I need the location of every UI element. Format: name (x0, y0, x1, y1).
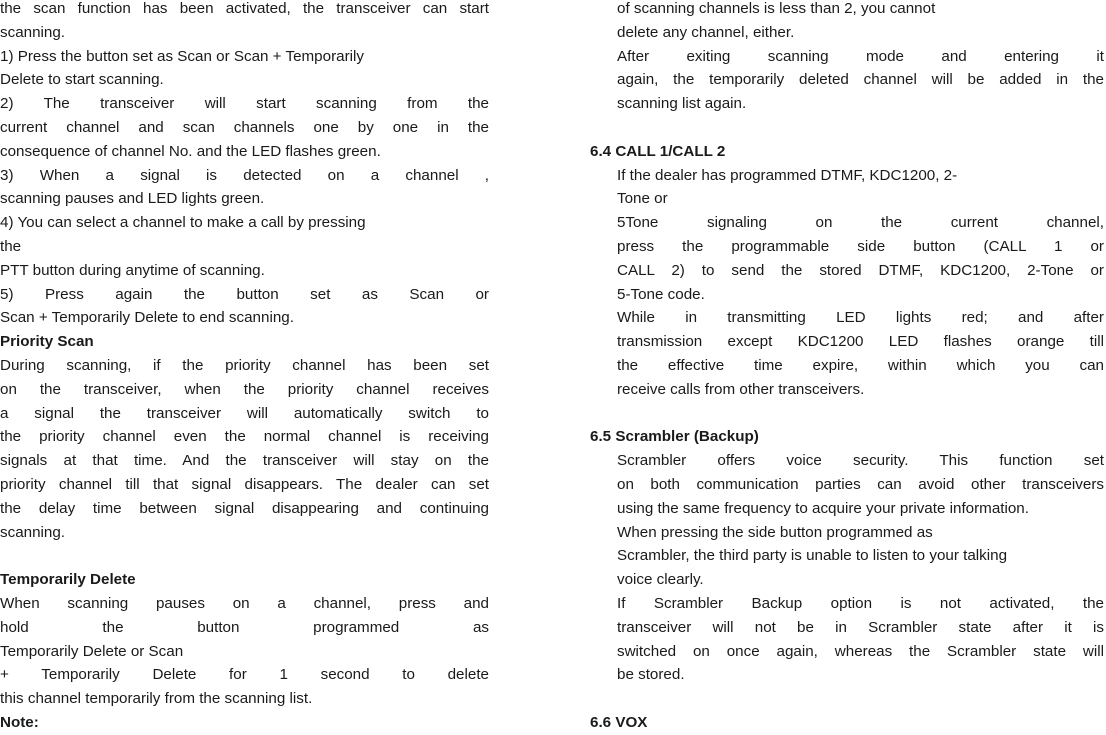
text-line: 2) The transceiver will start scanning f… (0, 95, 489, 113)
text-line: the effective time expire, within which … (617, 356, 1104, 374)
text-line (590, 402, 1104, 426)
text-line: Scan + Temporarily Delete to end scannin… (0, 309, 294, 327)
text-line: PTT button during anytime of scanning. (0, 261, 265, 279)
text-line: When scanning pauses on a channel, press… (0, 594, 489, 612)
text-line: receive calls from other transceivers. (617, 380, 865, 398)
text-line: the delay time between signal disappeari… (0, 499, 489, 517)
text-line: scanning. (0, 523, 66, 541)
section-heading: 6.4 CALL 1/CALL 2 (590, 142, 726, 160)
text-line: 1) Press the button set as Scan or Scan … (0, 47, 364, 65)
text-line: signals at that time. And the transceive… (0, 452, 489, 470)
text-line: CALL 2) to send the stored DTMF, KDC1200… (617, 261, 1104, 279)
text-line: Delete to start scanning. (0, 71, 164, 89)
text-line: delete any channel, either. (617, 23, 795, 41)
text-line: 3) When a signal is detected on a channe… (0, 166, 489, 184)
text-line: the priority channel even the normal cha… (0, 428, 489, 446)
text-line: the scan function has been activated, th… (0, 0, 489, 17)
left-column: the scan function has been activated, th… (0, 0, 489, 735)
text-line: priority channel till that signal disapp… (0, 475, 489, 493)
text-line: transmission except KDC1200 LED flashes … (617, 333, 1104, 351)
text-line: 4) You can select a channel to make a ca… (0, 214, 366, 232)
text-line: While in transmitting LED lights red; an… (617, 309, 1104, 327)
section-heading: Priority Scan (0, 333, 94, 351)
text-line: a signal the transceiver will automatica… (0, 404, 489, 422)
text-line: again, the temporarily deleted channel w… (617, 71, 1104, 89)
text-line: 5-Tone code. (617, 285, 705, 303)
text-line: current channel and scan channels one by… (0, 118, 489, 136)
section-heading: Note: (0, 713, 39, 731)
text-line: Scrambler, the third party is unable to … (617, 547, 1008, 565)
text-line: Temporarily Delete or Scan (0, 642, 184, 660)
right-column: of scanning channels is less than 2, you… (590, 0, 1104, 735)
text-line (0, 544, 489, 568)
text-line: When pressing the side button programmed… (617, 523, 933, 541)
section-heading: 6.5 Scrambler (Backup) (590, 428, 759, 446)
text-line: this channel temporarily from the scanni… (0, 690, 313, 708)
text-line: on the transceiver, when the priority ch… (0, 380, 489, 398)
text-line: 5Tone signaling on the current channel, (617, 214, 1104, 232)
text-line: hold the button programmed as (0, 618, 489, 636)
section-heading: Temporarily Delete (0, 571, 136, 589)
text-line: scanning. (0, 23, 66, 41)
text-line: + Temporarily Delete for 1 second to del… (0, 666, 489, 684)
text-line: the (0, 237, 22, 255)
text-line: on both communication parties can avoid … (617, 475, 1104, 493)
text-line (590, 116, 1104, 140)
text-line: be stored. (617, 666, 685, 684)
text-line: voice clearly. (617, 571, 704, 589)
text-line: scanning pauses and LED lights green. (0, 190, 265, 208)
text-line: If Scrambler Backup option is not activa… (617, 594, 1104, 612)
text-line: transceiver will not be in Scrambler sta… (617, 618, 1104, 636)
text-line: Tone or (617, 190, 668, 208)
text-line: 5) Press again the button set as Scan or (0, 285, 489, 303)
text-line (590, 687, 1104, 711)
text-line: switched on once again, whereas the Scra… (617, 642, 1104, 660)
text-line: Scrambler offers voice security. This fu… (617, 452, 1104, 470)
text-line: scanning list again. (617, 95, 747, 113)
text-line: During scanning, if the priority channel… (0, 356, 489, 374)
text-line: of scanning channels is less than 2, you… (617, 0, 936, 17)
text-line: using the same frequency to acquire your… (617, 499, 1029, 517)
section-heading: 6.6 VOX (590, 713, 648, 731)
text-line: press the programmable side button (CALL… (617, 237, 1104, 255)
text-line: If the dealer has programmed DTMF, KDC12… (617, 166, 958, 184)
text-line: consequence of channel No. and the LED f… (0, 142, 381, 160)
text-line: After exiting scanning mode and entering… (617, 47, 1104, 65)
